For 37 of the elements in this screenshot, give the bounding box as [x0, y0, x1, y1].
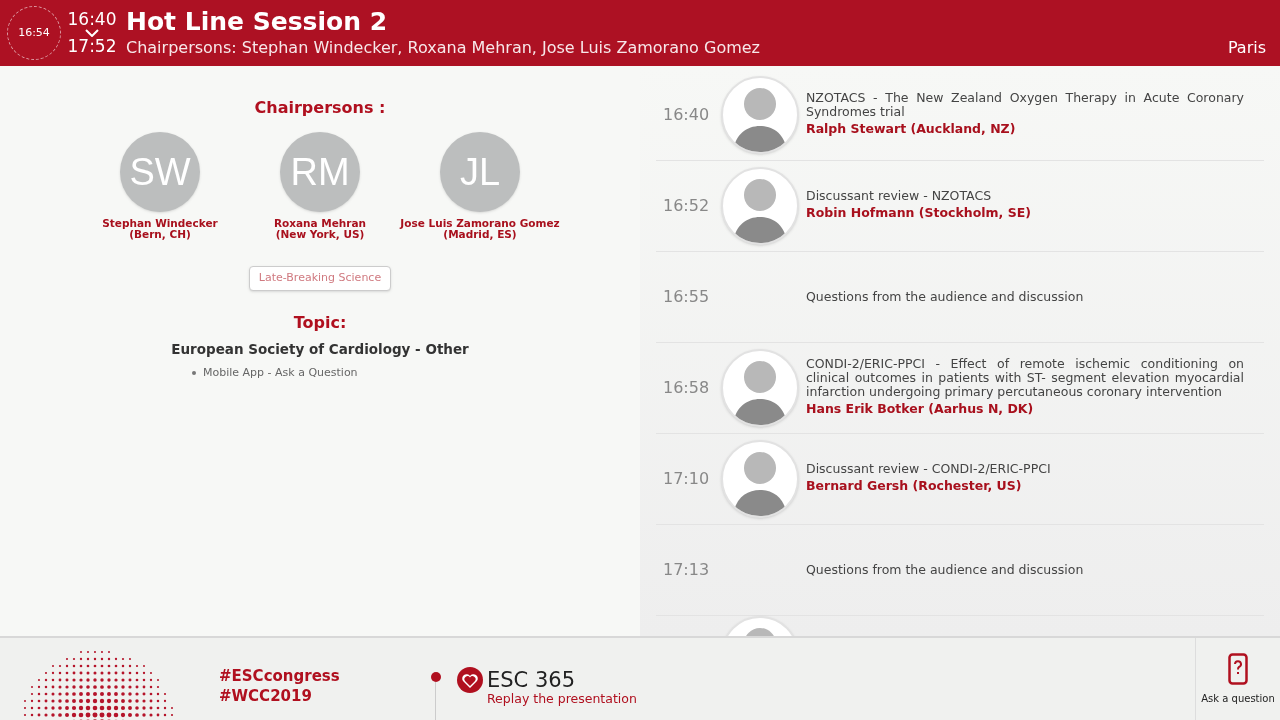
- session-subtitle: Chairpersons: Stephan Windecker, Roxana Mehran, Jose Luis Zamorano Gomez: [126, 37, 760, 59]
- category-tag: Late-Breaking Science: [248, 266, 392, 291]
- talk-title: NZOTACS - The New Zealand Oxygen Therapy in Acute Coronary Syndromes trial: [806, 91, 1244, 119]
- talk-title: Questions from the audience and discussion: [806, 563, 1085, 577]
- topic-title: European Society of Cardiology - Other: [171, 339, 469, 359]
- speaker-name: Bernard Gersh (Rochester, US): [806, 477, 1023, 495]
- ask-question-button[interactable]: Ask a question: [1195, 638, 1280, 720]
- hashtag: #WCC2019: [219, 686, 313, 706]
- talk-title: CONDI-2/ERIC-PPCI - Effect of remote ischemic conditioning on clinical outcomes in patients with ST- segment elevation myocardial infarction undergoing primary percutaneous coronary intervention: [806, 357, 1244, 399]
- session-time: 17:13: [662, 559, 711, 581]
- avatar: SW: [120, 132, 200, 212]
- hashtag: #ESCcongress: [219, 666, 340, 686]
- session-time: 17:10: [662, 468, 711, 490]
- chairperson-name: Jose Luis Zamorano Gomez (Madrid, ES): [400, 218, 560, 240]
- session-time: 16:55: [662, 286, 711, 308]
- speaker-name: Ralph Stewart (Auckland, NZ): [806, 120, 1017, 138]
- session-time: 16:58: [662, 377, 711, 399]
- talk-title: Discussant review - CONDI-2/ERIC-PPCI: [806, 462, 1052, 476]
- avatar: RM: [280, 132, 360, 212]
- start-time: 16:40: [67, 11, 117, 28]
- avatar: JL: [440, 132, 520, 212]
- session-time: 16:52: [662, 195, 711, 217]
- end-time: 17:52: [67, 38, 117, 55]
- talk-title: Discussant review - NZOTACS: [806, 189, 993, 203]
- chairperson-name: Roxana Mehran (New York, US): [273, 218, 367, 240]
- brand-tagline: Replay the presentation: [487, 692, 637, 706]
- speaker-name: Hans Erik Botker (Aarhus N, DK): [806, 400, 1035, 418]
- location-label: Paris: [1227, 37, 1266, 59]
- section-heading: Chairpersons :: [254, 97, 386, 119]
- speaker-name: Robin Hofmann (Stockholm, SE): [806, 204, 1032, 222]
- bullet-text: Mobile App - Ask a Question: [203, 364, 358, 381]
- brand-name: ESC 365: [487, 668, 577, 692]
- chairperson-name: Stephan Windecker (Bern, CH): [102, 218, 218, 240]
- session-time: 16:40: [662, 104, 711, 126]
- section-heading: Topic:: [293, 311, 347, 334]
- session-title: Hot Line Session 2: [126, 7, 389, 37]
- talk-title: Questions from the audience and discussion: [806, 290, 1085, 304]
